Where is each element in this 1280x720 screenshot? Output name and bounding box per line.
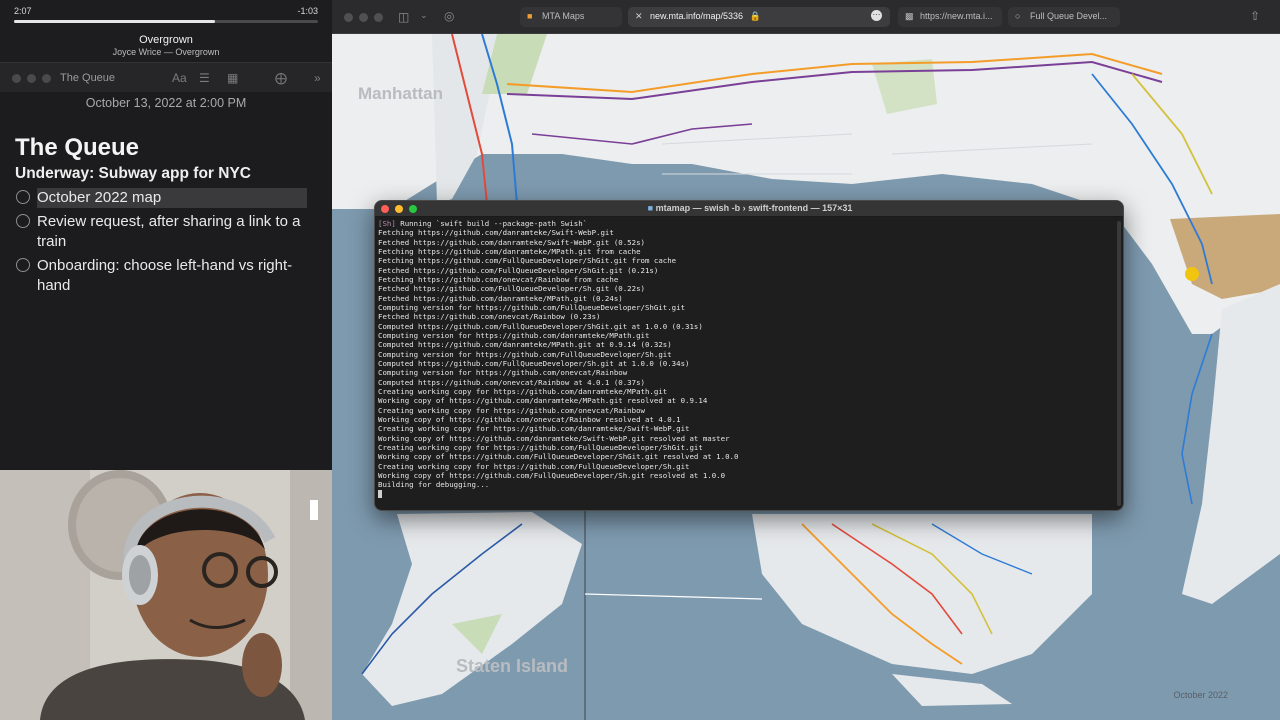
terminal-line: Fetched https://github.com/FullQueueDeve…: [378, 265, 659, 275]
terminal-line: Working copy of https://github.com/FullQ…: [378, 452, 739, 462]
terminal-line: Fetched https://github.com/onevcat/Rainb…: [378, 312, 601, 322]
map-edition-label: October 2022: [1173, 690, 1228, 700]
close-icon[interactable]: ✕: [635, 11, 643, 22]
share-icon[interactable]: ⨁: [275, 71, 287, 85]
terminal-line: Computed https://github.com/danramteke/M…: [378, 340, 672, 350]
checkbox[interactable]: [16, 190, 30, 204]
tab-mta-map-active[interactable]: ✕ new.mta.info/map/5336 🔒 ⋯: [628, 7, 890, 27]
terminal-line: Computing version for https://github.com…: [378, 368, 628, 378]
terminal-line: Computed https://github.com/FullQueueDev…: [378, 321, 703, 331]
terminal-line: Fetched https://github.com/FullQueueDeve…: [378, 284, 645, 294]
terminal-line: Creating working copy for https://github…: [378, 405, 645, 415]
privacy-icon[interactable]: ◎: [444, 9, 454, 23]
terminal-line: [Sh] Running `swift build --package-path…: [378, 219, 1113, 228]
terminal-line: Computed https://github.com/onevcat/Rain…: [378, 377, 645, 387]
terminal-output: [Sh] Running `swift build --package-path…: [378, 219, 1113, 499]
presenter-image: [0, 470, 332, 720]
browser-minimize-button[interactable]: [359, 13, 368, 22]
terminal-line: Working copy of https://github.com/FullQ…: [378, 470, 726, 480]
manhattan-label: Manhattan: [358, 84, 443, 103]
terminal-line: Fetched https://github.com/danramteke/MP…: [378, 293, 623, 303]
terminal-line: Creating working copy for https://github…: [378, 442, 703, 452]
staten-island-label: Staten Island: [456, 656, 569, 676]
terminal-line: Fetching https://github.com/onevcat/Rain…: [378, 274, 619, 284]
terminal-line: Fetched https://github.com/danramteke/Sw…: [378, 237, 645, 247]
terminal-line: [378, 489, 1113, 499]
remaining-time: -1:03: [297, 6, 318, 16]
tab-mta-info[interactable]: ▩ https://new.mta.i...: [898, 7, 1002, 27]
terminal-line: Creating working copy for https://github…: [378, 424, 690, 434]
terminal-line: Computing version for https://github.com…: [378, 330, 650, 340]
tab-label: new.mta.info/map/5336: [650, 11, 744, 21]
checklist-item-text: Review request, after sharing a link to …: [37, 213, 301, 250]
tab-full-queue[interactable]: ○ Full Queue Devel...: [1008, 7, 1120, 27]
terminal-line: Fetching https://github.com/danramteke/S…: [378, 228, 614, 238]
window-zoom-button[interactable]: [42, 74, 51, 83]
font-format-icon[interactable]: Aa: [172, 71, 187, 85]
terminal-line-text: Running `swift build --package-path Swis…: [400, 219, 588, 228]
left-panel: 2:07 -1:03 Overgrown Joyce Wrice — Overg…: [0, 0, 332, 470]
now-playing-widget: 2:07 -1:03 Overgrown Joyce Wrice — Overg…: [0, 0, 332, 60]
mta-icon: ■: [527, 11, 533, 21]
song-artist: Joyce Wrice — Overgrown: [112, 47, 220, 57]
checklist-item-text: Onboarding: choose left-hand vs right-ha…: [37, 257, 293, 294]
table-icon[interactable]: ▦: [227, 71, 238, 85]
sidebar-toggle-icon[interactable]: ◫: [398, 10, 409, 24]
terminal-prompt: [Sh]: [378, 219, 396, 228]
chevron-down-icon[interactable]: ⌄: [420, 10, 428, 21]
note-title: The Queue: [15, 134, 140, 161]
checkbox[interactable]: [16, 214, 30, 228]
terminal-title-text: mtamap — swish -b › swift-frontend — 157…: [655, 203, 853, 213]
window-minimize-button[interactable]: [27, 74, 36, 83]
terminal-line: Working copy of https://github.com/danra…: [378, 433, 730, 443]
notes-window-title: The Queue: [60, 72, 116, 84]
playback-progress-bar[interactable]: [14, 20, 318, 23]
tab-label: Full Queue Devel...: [1030, 11, 1108, 21]
tab-label: https://new.mta.i...: [920, 11, 993, 21]
lock-icon: 🔒: [749, 11, 761, 21]
folder-icon: ■: [647, 203, 654, 213]
webcam-feed: [0, 470, 332, 720]
share-icon[interactable]: ⇧: [1250, 9, 1260, 23]
screen: 2:07 -1:03 Overgrown Joyce Wrice — Overg…: [0, 0, 1280, 720]
terminal-scrollbar[interactable]: [1117, 221, 1121, 506]
expand-icon[interactable]: »: [314, 71, 321, 85]
terminal-line: Fetching https://github.com/danramteke/M…: [378, 246, 641, 256]
terminal-line: Computing version for https://github.com…: [378, 349, 672, 359]
song-title: Overgrown: [139, 34, 193, 46]
notes-toolbar: The Queue Aa ☰ ▦ ⨁ »: [0, 62, 332, 92]
browser-tab-bar: ◫ ⌄ ◎ ■ MTA Maps ✕ new.mta.info/map/5336…: [332, 0, 1280, 34]
tab-mta-maps[interactable]: ■ MTA Maps: [520, 7, 622, 27]
terminal-line: Working copy of https://github.com/danra…: [378, 396, 708, 406]
page-icon: ○: [1015, 11, 1021, 21]
note-date: October 13, 2022 at 2:00 PM: [85, 96, 247, 110]
more-icon[interactable]: ⋯: [871, 10, 882, 21]
terminal-window[interactable]: ■ mtamap — swish -b › swift-frontend — 1…: [374, 200, 1124, 511]
browser-close-button[interactable]: [344, 13, 353, 22]
terminal-title: ■ mtamap — swish -b › swift-frontend — 1…: [375, 203, 1123, 213]
page-icon: ▩: [905, 11, 914, 21]
window-close-button[interactable]: [12, 74, 21, 83]
terminal-line: Computed https://github.com/FullQueueDev…: [378, 358, 690, 368]
playback-progress-fill: [14, 20, 215, 23]
terminal-title-bar: ■ mtamap — swish -b › swift-frontend — 1…: [375, 201, 1123, 217]
browser-zoom-button[interactable]: [374, 13, 383, 22]
terminal-line: Computing version for https://github.com…: [378, 302, 686, 312]
checklist-item-text: October 2022 map: [37, 188, 307, 208]
terminal-line: Working copy of https://github.com/onevc…: [378, 414, 681, 424]
note-editor[interactable]: October 13, 2022 at 2:00 PM The Queue Un…: [0, 92, 332, 470]
elapsed-time: 2:07: [14, 6, 32, 16]
terminal-line: Creating working copy for https://github…: [378, 461, 690, 471]
terminal-line: Building for debugging...: [378, 480, 490, 490]
checkbox[interactable]: [16, 258, 30, 272]
terminal-line: Creating working copy for https://github…: [378, 386, 668, 396]
checklist-icon[interactable]: ☰: [199, 71, 210, 85]
terminal-cursor: [378, 489, 382, 498]
tab-label: MTA Maps: [542, 11, 585, 21]
note-subtitle: Underway: Subway app for NYC: [15, 165, 251, 182]
terminal-line: Fetching https://github.com/FullQueueDev…: [378, 256, 677, 266]
